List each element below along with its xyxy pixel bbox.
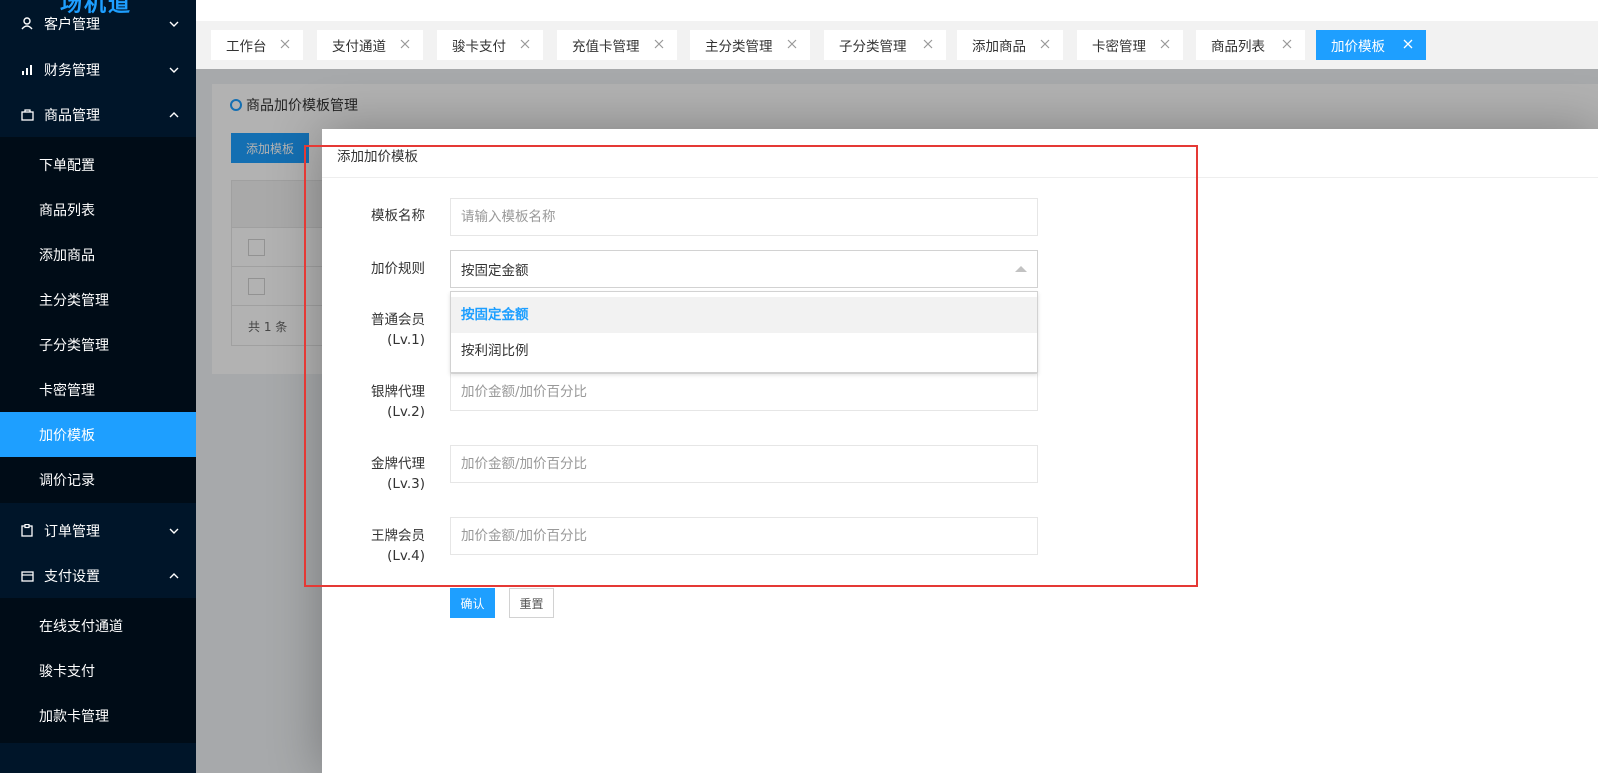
sidebar-subitem[interactable]: 主分类管理 (0, 277, 196, 322)
markup-rule-value: 按固定金额 (461, 263, 529, 279)
caret-up-icon (1015, 266, 1027, 272)
sidebar-item-orders[interactable]: 订单管理 (0, 508, 196, 553)
tab-label: 加价模板 (1331, 39, 1385, 55)
sidebar-item-label: 支付设置 (44, 568, 100, 585)
sidebar-item-finance[interactable]: 财务管理 (0, 47, 196, 92)
tab-label: 支付通道 (332, 39, 386, 55)
sidebar-subitem[interactable]: 调价记录 (0, 457, 196, 502)
chevron-up-icon (168, 109, 180, 121)
markup-rule-label: 加价规则 (371, 261, 425, 277)
level-code: (Lv.1) (387, 332, 425, 348)
tab-label: 主分类管理 (705, 39, 773, 55)
tab-label: 卡密管理 (1092, 39, 1146, 55)
template-name-label: 模板名称 (371, 208, 425, 224)
clipboard-icon (20, 524, 34, 538)
tab-label: 添加商品 (972, 39, 1026, 55)
close-icon[interactable] (653, 38, 665, 50)
sidebar-subitem[interactable]: 卡密管理 (0, 367, 196, 412)
tab-label: 子分类管理 (839, 39, 907, 55)
sidebar-subitem-active[interactable]: 加价模板 (0, 412, 196, 457)
level2-amount-input[interactable] (450, 373, 1038, 411)
sidebar-subitem[interactable]: 添加商品 (0, 232, 196, 277)
modal-title: 添加加价模板 (322, 129, 1598, 178)
tab-add-goods[interactable]: 添加商品 (957, 30, 1063, 60)
reset-button[interactable]: 重置 (509, 588, 554, 618)
tab-main-category[interactable]: 主分类管理 (690, 30, 810, 60)
chevron-down-icon (168, 64, 180, 76)
sidebar-item-payment[interactable]: 支付设置 (0, 553, 196, 598)
markup-rule-select[interactable]: 按固定金额 (450, 250, 1038, 288)
sidebar-subitem[interactable]: 加款卡管理 (0, 693, 196, 738)
rule-option-ratio[interactable]: 按利润比例 (451, 333, 1037, 369)
markup-rule-dropdown: 按固定金额 按利润比例 (450, 291, 1038, 373)
level-name: 普通会员 (371, 312, 425, 328)
sidebar-subitem[interactable]: 子分类管理 (0, 322, 196, 367)
tab-workbench[interactable]: 工作台 (211, 30, 303, 60)
level-label: 金牌代理 (Lv.3) (322, 454, 425, 494)
sidebar: 场机道 客户管理 财务管理 商品管理 下单配置 商品列表 添加商品 主分类管理 … (0, 0, 196, 773)
close-icon[interactable] (1039, 38, 1051, 50)
tab-label: 商品列表 (1211, 39, 1265, 55)
tab-jcard-pay[interactable]: 骏卡支付 (437, 30, 543, 60)
tab-recharge-card[interactable]: 充值卡管理 (557, 30, 677, 60)
level-name: 银牌代理 (371, 384, 425, 400)
sidebar-subitem[interactable]: 骏卡支付 (0, 648, 196, 693)
close-icon[interactable] (519, 38, 531, 50)
chevron-down-icon (168, 18, 180, 30)
level3-amount-input[interactable] (450, 445, 1038, 483)
chevron-up-icon (168, 570, 180, 582)
level-name: 金牌代理 (371, 456, 425, 472)
sidebar-item-goods[interactable]: 商品管理 (0, 92, 196, 137)
close-icon[interactable] (1281, 38, 1293, 50)
wallet-icon (20, 569, 34, 583)
level4-amount-input[interactable] (450, 517, 1038, 555)
tab-bar: 工作台 支付通道 骏卡支付 充值卡管理 主分类管理 子分类管理 添加商品 卡密管… (196, 21, 1598, 69)
tab-card-secret[interactable]: 卡密管理 (1077, 30, 1183, 60)
tab-goods-list[interactable]: 商品列表 (1196, 30, 1305, 60)
close-icon[interactable] (1159, 38, 1171, 50)
tab-sub-category[interactable]: 子分类管理 (824, 30, 946, 60)
sidebar-subitem[interactable]: 在线支付通道 (0, 603, 196, 648)
confirm-button[interactable]: 确认 (450, 588, 495, 618)
level-code: (Lv.2) (387, 404, 425, 420)
level-label: 王牌会员 (Lv.4) (322, 526, 425, 566)
chevron-down-icon (168, 525, 180, 537)
bag-icon (20, 108, 34, 122)
tab-label: 充值卡管理 (572, 39, 640, 55)
sidebar-item-customers[interactable]: 客户管理 (0, 1, 196, 46)
sidebar-item-label: 客户管理 (44, 16, 100, 33)
sidebar-item-label: 财务管理 (44, 62, 100, 79)
level-label: 银牌代理 (Lv.2) (322, 382, 425, 422)
add-template-modal: 添加加价模板 模板名称 加价规则 按固定金额 按固定金额 按利润比例 普通会员 (… (322, 129, 1598, 773)
bar-chart-icon (20, 63, 34, 77)
close-icon[interactable] (786, 38, 798, 50)
close-icon[interactable] (1402, 38, 1414, 50)
tab-markup-template-active[interactable]: 加价模板 (1316, 30, 1426, 60)
top-header (196, 0, 1598, 21)
level-name: 王牌会员 (371, 528, 425, 544)
close-icon[interactable] (922, 38, 934, 50)
user-icon (20, 17, 34, 31)
sidebar-item-label: 订单管理 (44, 523, 100, 540)
rule-option-fixed[interactable]: 按固定金额 (451, 297, 1037, 333)
level-label: 普通会员 (Lv.1) (322, 310, 425, 350)
tab-label: 工作台 (226, 39, 267, 55)
sidebar-subitem[interactable]: 商品列表 (0, 187, 196, 232)
level-code: (Lv.3) (387, 476, 425, 492)
template-name-input[interactable] (450, 198, 1038, 236)
close-icon[interactable] (399, 38, 411, 50)
sidebar-subitem[interactable]: 下单配置 (0, 142, 196, 187)
tab-label: 骏卡支付 (452, 39, 506, 55)
tab-payment-channel[interactable]: 支付通道 (317, 30, 423, 60)
sidebar-item-label: 商品管理 (44, 107, 100, 124)
level-code: (Lv.4) (387, 548, 425, 564)
close-icon[interactable] (279, 38, 291, 50)
